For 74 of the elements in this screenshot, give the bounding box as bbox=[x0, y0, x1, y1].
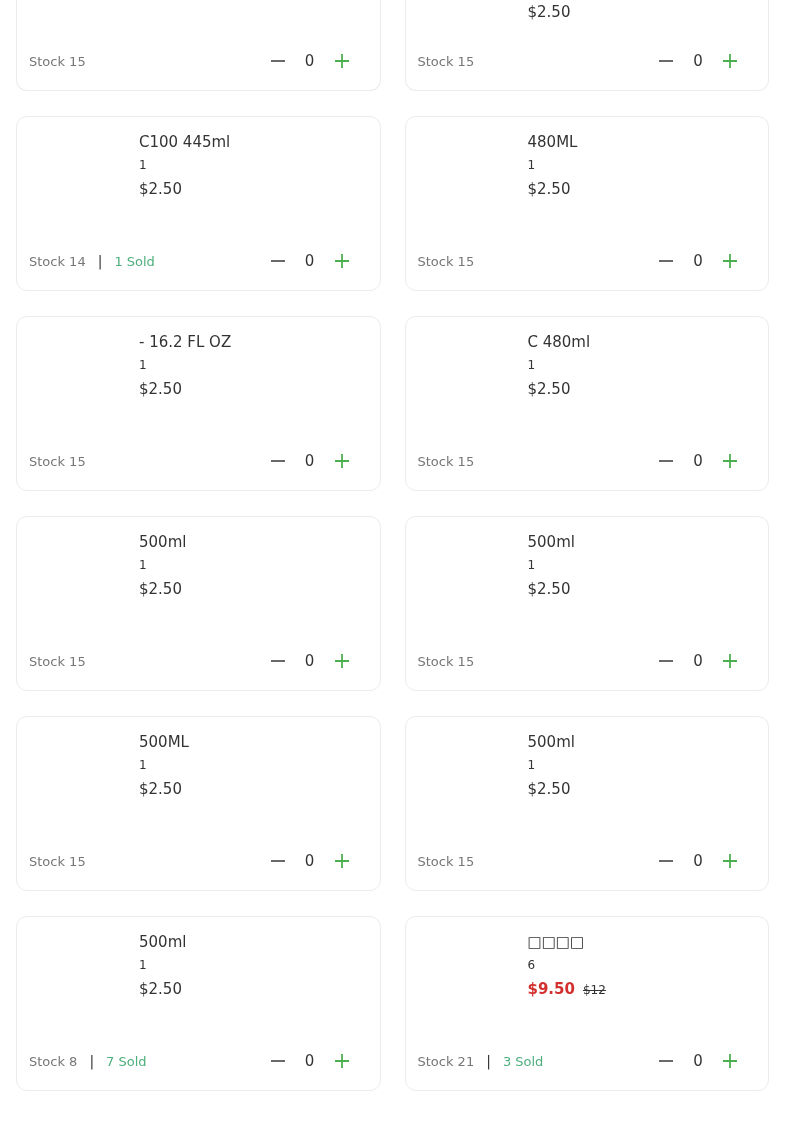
price: $2.50 bbox=[139, 979, 182, 1000]
quantity-value: 0 bbox=[303, 252, 316, 270]
separator: | bbox=[89, 1053, 95, 1069]
quantity-value: 0 bbox=[692, 852, 704, 870]
plus-icon[interactable] bbox=[333, 253, 350, 269]
price: $9.50 bbox=[527, 979, 575, 1000]
stock-label: Stock 15 bbox=[29, 653, 86, 669]
price: $2.50 bbox=[139, 779, 182, 800]
pack-quantity: 1 bbox=[139, 757, 148, 774]
separator: | bbox=[97, 253, 103, 269]
pack-quantity: 1 bbox=[139, 957, 148, 974]
quantity-value: 0 bbox=[692, 52, 704, 70]
plus-icon[interactable] bbox=[333, 53, 350, 69]
stock-label: Stock 8 bbox=[29, 1053, 78, 1069]
price: $2.50 bbox=[139, 179, 182, 200]
quantity-value: 0 bbox=[303, 452, 316, 470]
quantity-value: 0 bbox=[692, 452, 704, 470]
plus-icon[interactable] bbox=[333, 653, 350, 669]
stock-label: Stock 14 bbox=[29, 253, 86, 269]
sold-count: 1 Sold bbox=[114, 253, 155, 269]
stock-label: Stock 15 bbox=[29, 453, 86, 469]
pack-quantity: 1 bbox=[139, 357, 148, 374]
product-name: C100 445ml bbox=[139, 132, 232, 153]
price: $2.50 bbox=[139, 379, 182, 400]
pack-quantity: 1 bbox=[527, 357, 537, 374]
stock-label: Stock 21 bbox=[417, 1053, 475, 1069]
separator: | bbox=[486, 1053, 491, 1069]
sold-count: 3 Sold bbox=[502, 1053, 544, 1069]
stock-label: Stock 15 bbox=[417, 853, 475, 869]
quantity-value: 0 bbox=[303, 652, 316, 670]
quantity-value: 0 bbox=[303, 52, 316, 70]
product-name: 500ml bbox=[139, 932, 188, 953]
pack-quantity: 1 bbox=[527, 157, 537, 174]
plus-icon[interactable] bbox=[722, 1053, 738, 1069]
price: $2.50 bbox=[527, 179, 571, 200]
pack-quantity: 6 bbox=[527, 957, 537, 974]
price: $2.50 bbox=[527, 379, 571, 400]
price: $2.50 bbox=[139, 579, 182, 600]
plus-icon[interactable] bbox=[722, 853, 738, 869]
stock-label: Stock 15 bbox=[417, 53, 475, 69]
product-name: - 16.2 FL OZ bbox=[139, 332, 233, 353]
quantity-value: 0 bbox=[692, 1052, 704, 1070]
pack-quantity: 1 bbox=[139, 157, 148, 174]
stock-label: Stock 15 bbox=[417, 453, 475, 469]
plus-icon[interactable] bbox=[333, 453, 350, 469]
quantity-value: 0 bbox=[303, 1052, 316, 1070]
price: $2.50 bbox=[527, 579, 571, 600]
quantity-value: 0 bbox=[692, 252, 704, 270]
plus-icon[interactable] bbox=[722, 653, 738, 669]
stock-label: Stock 15 bbox=[29, 53, 86, 69]
quantity-value: 0 bbox=[303, 852, 316, 870]
pack-quantity: 1 bbox=[527, 757, 537, 774]
stock-label: Stock 15 bbox=[417, 653, 475, 669]
price: $2.50 bbox=[527, 779, 571, 800]
plus-icon[interactable] bbox=[722, 453, 738, 469]
product-name: C 480ml bbox=[527, 332, 592, 353]
product-name: 500ml bbox=[527, 732, 576, 753]
stock-label: Stock 15 bbox=[417, 253, 475, 269]
product-name: 500ml bbox=[527, 532, 576, 553]
stock-label: Stock 15 bbox=[29, 853, 86, 869]
quantity-value: 0 bbox=[692, 652, 704, 670]
product-name: 500ML bbox=[139, 732, 190, 753]
plus-icon[interactable] bbox=[722, 53, 738, 69]
plus-icon[interactable] bbox=[722, 253, 738, 269]
original-price: $12 bbox=[582, 983, 606, 997]
pack-quantity: 1 bbox=[527, 557, 537, 574]
product-name: 480ML bbox=[527, 132, 579, 153]
plus-icon[interactable] bbox=[333, 1053, 350, 1069]
sold-count: 7 Sold bbox=[106, 1053, 147, 1069]
product-name: □□□□ bbox=[527, 932, 586, 953]
price: $2.50 bbox=[527, 2, 571, 23]
plus-icon[interactable] bbox=[333, 853, 350, 869]
pack-quantity: 1 bbox=[139, 557, 148, 574]
product-name: 500ml bbox=[139, 532, 188, 553]
